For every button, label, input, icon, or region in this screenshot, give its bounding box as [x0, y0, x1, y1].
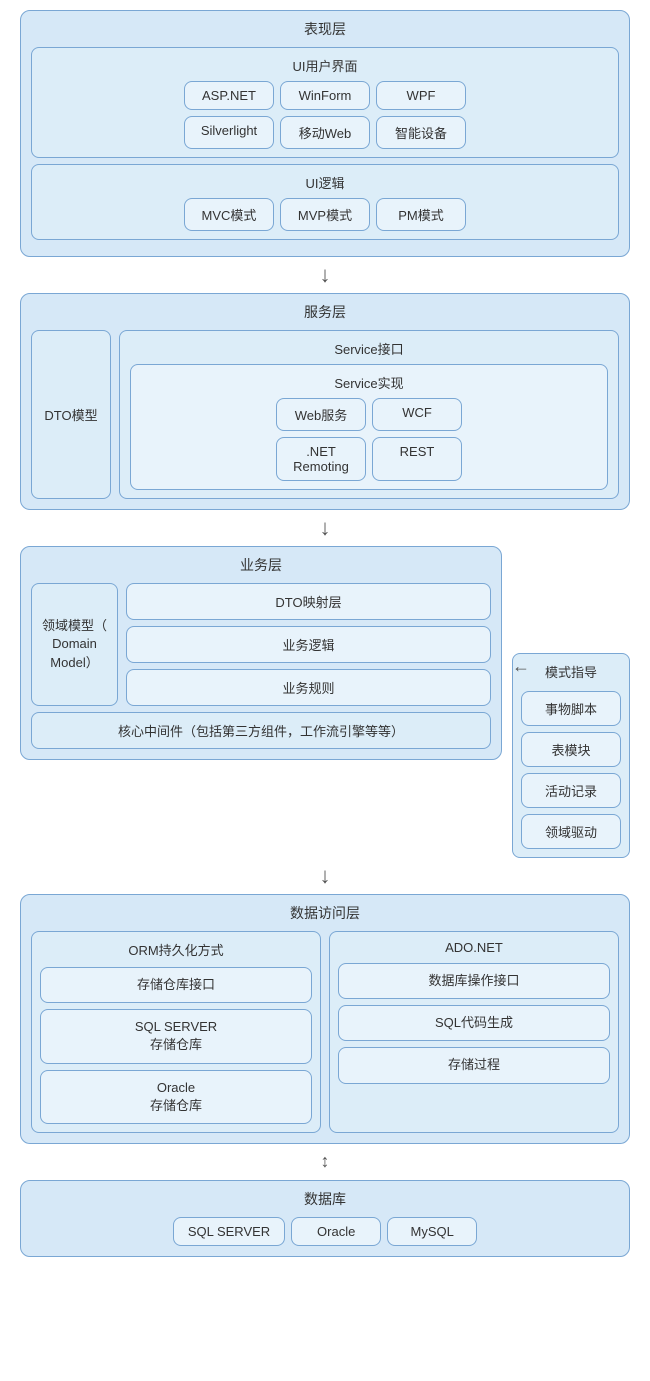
- box-rest: REST: [372, 437, 462, 481]
- service-impl-title: Service实现: [141, 373, 597, 392]
- db-mysql: MySQL: [387, 1217, 477, 1246]
- pattern-item-3: 领域驱动: [521, 814, 621, 849]
- box-pm: PM模式: [376, 198, 466, 231]
- service-impl-row2: .NET Remoting REST: [141, 437, 597, 481]
- business-layer: 业务层 领域模型（ Domain Model） DTO映射层 业务逻辑 业务规则…: [20, 546, 502, 760]
- box-wcf: WCF: [372, 398, 462, 431]
- ui-items-row2: Silverlight 移动Web 智能设备: [42, 116, 608, 149]
- pattern-item-1: 表模块: [521, 732, 621, 767]
- ui-section: UI用户界面 ASP.NET WinForm WPF Silverlight 移…: [31, 47, 619, 158]
- business-layer-main: 业务层 领域模型（ Domain Model） DTO映射层 业务逻辑 业务规则…: [20, 546, 502, 760]
- biz-domain: 领域模型（ Domain Model）: [31, 583, 118, 706]
- service-dto: DTO模型: [31, 330, 111, 499]
- arrow-service-to-biz: ↓: [20, 510, 630, 546]
- box-mvc: MVC模式: [184, 198, 274, 231]
- box-mobile-web: 移动Web: [280, 116, 370, 149]
- da-ado-col: ADO.NET 数据库操作接口 SQL代码生成 存储过程: [329, 931, 619, 1133]
- pattern-title: 模式指导: [521, 662, 621, 681]
- biz-middleware: 核心中间件（包括第三方组件，工作流引擎等等）: [31, 712, 491, 749]
- da-orm-col: ORM持久化方式 存储仓库接口 SQL SERVER 存储仓库 Oracle 存…: [31, 931, 321, 1133]
- ui-logic-title: UI逻辑: [42, 173, 608, 192]
- da-inner: ORM持久化方式 存储仓库接口 SQL SERVER 存储仓库 Oracle 存…: [31, 931, 619, 1133]
- ui-section-title: UI用户界面: [42, 56, 608, 75]
- da-ado-item-2: 存储过程: [338, 1047, 610, 1083]
- database-title: 数据库: [31, 1189, 619, 1209]
- db-oracle: Oracle: [291, 1217, 381, 1246]
- service-layer-title: 服务层: [31, 302, 619, 322]
- biz-right-stack: DTO映射层 业务逻辑 业务规则: [126, 583, 491, 706]
- biz-outer-wrapper: 业务层 领域模型（ Domain Model） DTO映射层 业务逻辑 业务规则…: [20, 546, 630, 858]
- box-mvp: MVP模式: [280, 198, 370, 231]
- box-wpf: WPF: [376, 81, 466, 110]
- biz-side-panel: ← 模式指导 事物脚本 表模块 活动记录 领域驱动: [512, 576, 630, 858]
- box-smart-device: 智能设备: [376, 116, 466, 149]
- service-impl-row1: Web服务 WCF: [141, 398, 597, 431]
- da-orm-item-1: SQL SERVER 存储仓库: [40, 1009, 312, 1063]
- ui-items-row1: ASP.NET WinForm WPF: [42, 81, 608, 110]
- biz-inner-layout: 领域模型（ Domain Model） DTO映射层 业务逻辑 业务规则: [31, 583, 491, 706]
- arrow-pres-to-service: ↓: [20, 257, 630, 293]
- service-impl: Service实现 Web服务 WCF .NET Remoting REST: [130, 364, 608, 490]
- box-silverlight: Silverlight: [184, 116, 274, 149]
- da-ado-title: ADO.NET: [338, 940, 610, 955]
- da-orm-title: ORM持久化方式: [40, 940, 312, 959]
- da-orm-item-2: Oracle 存储仓库: [40, 1070, 312, 1124]
- service-layer: 服务层 DTO模型 Service接口 Service实现 Web服务 WCF …: [20, 293, 630, 510]
- data-access-title: 数据访问层: [31, 903, 619, 923]
- db-sqlserver: SQL SERVER: [173, 1217, 285, 1246]
- presentation-layer: 表现层 UI用户界面 ASP.NET WinForm WPF Silverlig…: [20, 10, 630, 257]
- biz-logic: 业务逻辑: [126, 626, 491, 663]
- service-inner: DTO模型 Service接口 Service实现 Web服务 WCF .NET…: [31, 330, 619, 499]
- biz-dto-mapping: DTO映射层: [126, 583, 491, 620]
- database-layer: 数据库 SQL SERVER Oracle MySQL: [20, 1180, 630, 1257]
- box-winform: WinForm: [280, 81, 370, 110]
- biz-rules: 业务规则: [126, 669, 491, 706]
- arrow-da-to-db: ↕: [20, 1144, 630, 1180]
- service-interface: Service接口 Service实现 Web服务 WCF .NET Remot…: [119, 330, 619, 499]
- business-layer-title: 业务层: [31, 555, 491, 575]
- data-access-layer: 数据访问层 ORM持久化方式 存储仓库接口 SQL SERVER 存储仓库 Or…: [20, 894, 630, 1144]
- pattern-block: 模式指导 事物脚本 表模块 活动记录 领域驱动: [512, 653, 630, 858]
- ui-logic-items: MVC模式 MVP模式 PM模式: [42, 198, 608, 231]
- arrow-biz-to-da: ↓: [20, 858, 630, 894]
- da-orm-item-0: 存储仓库接口: [40, 967, 312, 1003]
- database-items: SQL SERVER Oracle MySQL: [31, 1217, 619, 1246]
- box-net-remoting: .NET Remoting: [276, 437, 366, 481]
- box-aspnet: ASP.NET: [184, 81, 274, 110]
- service-interface-title: Service接口: [130, 339, 608, 358]
- da-ado-item-0: 数据库操作接口: [338, 963, 610, 999]
- da-ado-item-1: SQL代码生成: [338, 1005, 610, 1041]
- box-web-service: Web服务: [276, 398, 366, 431]
- ui-logic-section: UI逻辑 MVC模式 MVP模式 PM模式: [31, 164, 619, 240]
- pattern-item-0: 事物脚本: [521, 691, 621, 726]
- presentation-layer-title: 表现层: [31, 19, 619, 39]
- pattern-item-2: 活动记录: [521, 773, 621, 808]
